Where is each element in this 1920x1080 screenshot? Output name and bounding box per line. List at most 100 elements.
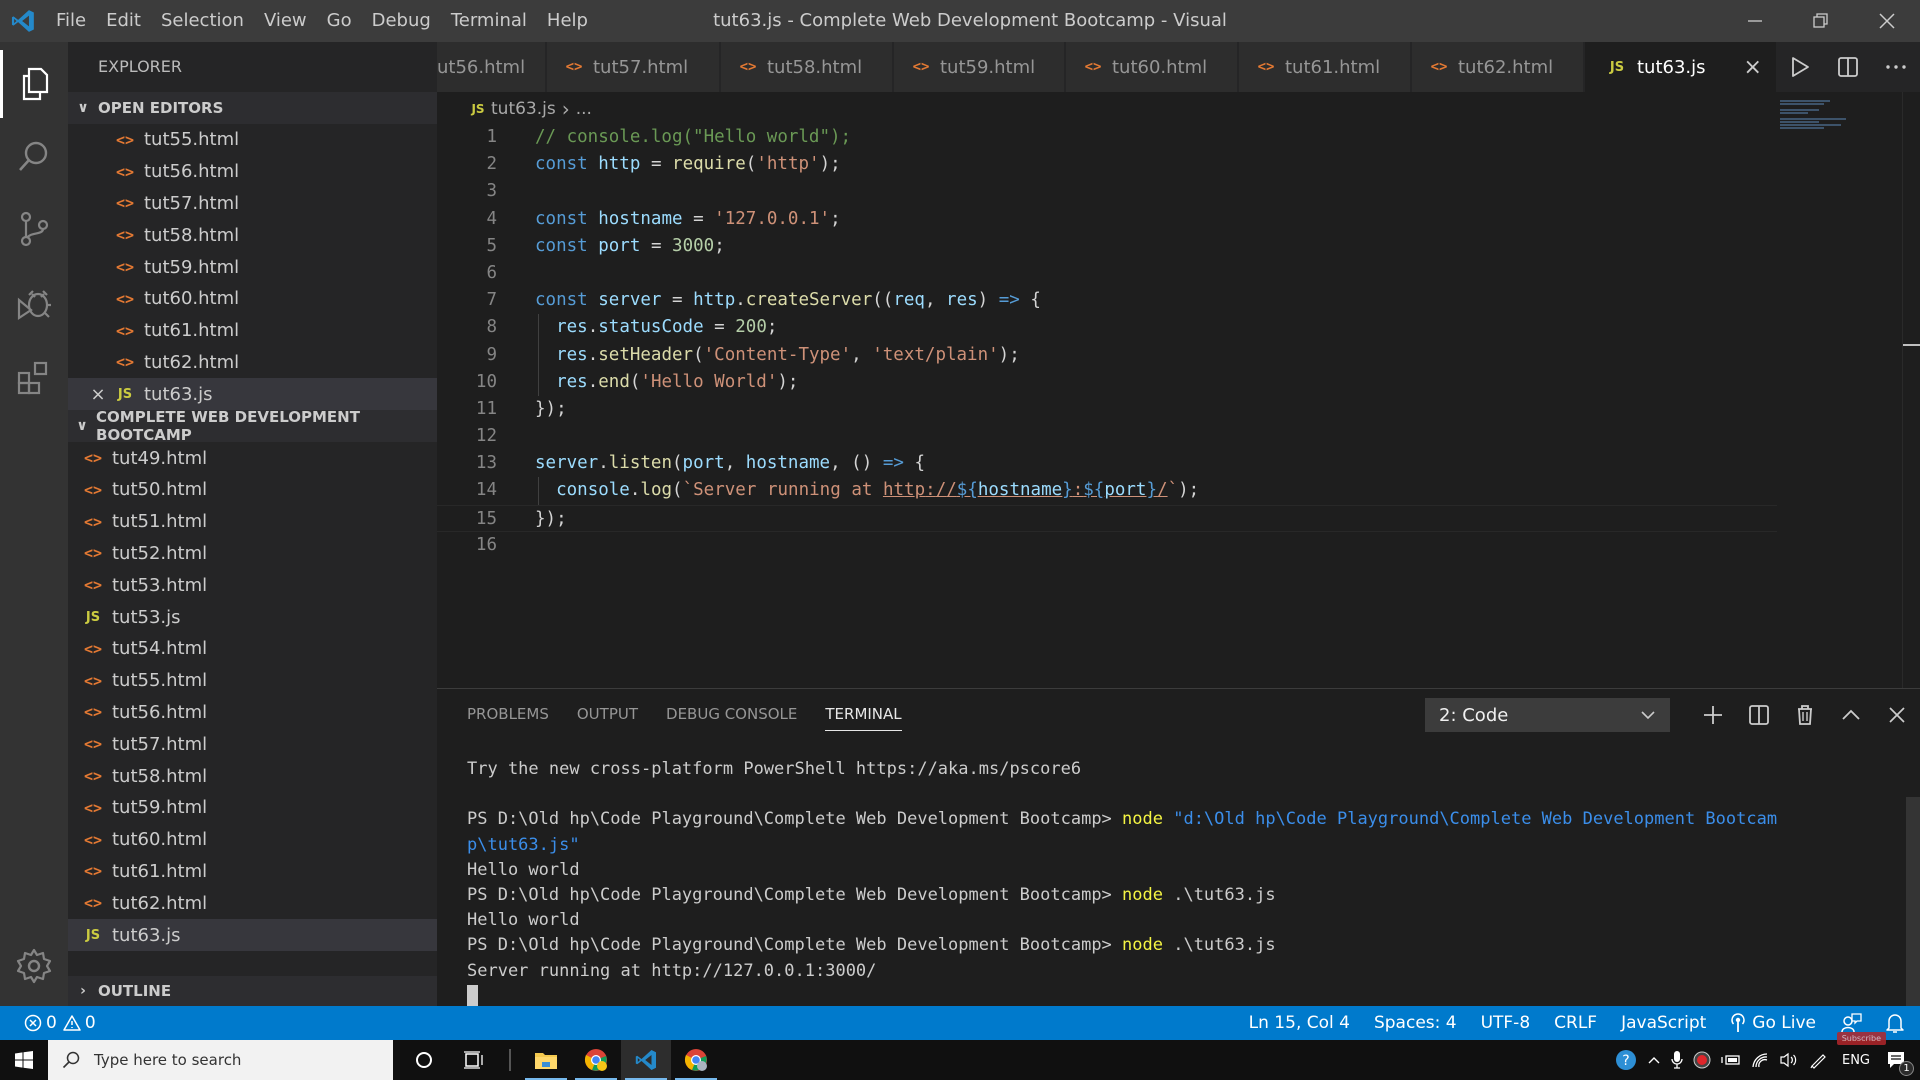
close-editor-icon[interactable]: × <box>88 384 108 405</box>
open-editor-item[interactable]: <> tut59.html <box>68 251 437 283</box>
menu-go[interactable]: Go <box>317 0 362 42</box>
open-editor-item[interactable]: <> tut55.html <box>68 124 437 156</box>
code-line[interactable]: 13 server.listen(port, hostname, () => { <box>437 450 1777 477</box>
code-line[interactable]: 10 res.end('Hello World'); <box>437 368 1777 396</box>
start-button[interactable] <box>0 1040 48 1080</box>
breadcrumb-symbols[interactable]: ... <box>576 99 592 119</box>
close-tab-icon[interactable]: × <box>1744 55 1762 80</box>
workspace-file-item[interactable]: <> tut51.html <box>68 506 437 538</box>
open-editor-item[interactable]: <> tut60.html <box>68 283 437 315</box>
editor-tab[interactable]: <> tut59.html <box>894 42 1065 92</box>
help-tray-icon[interactable]: ? <box>1610 1049 1642 1071</box>
split-editor-button[interactable] <box>1824 42 1872 92</box>
split-terminal-button[interactable] <box>1736 697 1782 733</box>
input-language[interactable]: ENG <box>1832 1053 1880 1068</box>
subscribe-overlay[interactable]: Subscribe <box>1836 1032 1886 1045</box>
go-live-button[interactable]: Go Live <box>1718 1013 1828 1033</box>
indentation[interactable]: Spaces: 4 <box>1362 1013 1469 1033</box>
panel-tab-debug-console[interactable]: DEBUG CONSOLE <box>666 689 797 739</box>
cursor-position[interactable]: Ln 15, Col 4 <box>1237 1013 1362 1033</box>
menu-file[interactable]: File <box>46 0 96 42</box>
volume-icon[interactable] <box>1774 1052 1804 1068</box>
code-line[interactable]: 9 res.setHeader('Content-Type', 'text/pl… <box>437 341 1777 369</box>
end-of-line[interactable]: CRLF <box>1542 1013 1609 1033</box>
workspace-folder-header[interactable]: ∨ COMPLETE WEB DEVELOPMENT BOOTCAMP <box>68 408 437 444</box>
open-editor-item[interactable]: <> tut57.html <box>68 188 437 220</box>
activity-search[interactable] <box>0 122 68 190</box>
more-actions-button[interactable] <box>1872 42 1920 92</box>
menu-debug[interactable]: Debug <box>362 0 441 42</box>
workspace-file-item[interactable]: <> tut62.html <box>68 887 437 919</box>
close-window-button[interactable] <box>1854 0 1920 42</box>
microphone-icon[interactable] <box>1666 1050 1688 1070</box>
open-editor-item[interactable]: <> tut58.html <box>68 219 437 251</box>
menu-help[interactable]: Help <box>537 0 598 42</box>
workspace-file-item[interactable]: <> tut57.html <box>68 728 437 760</box>
code-line[interactable]: 2 const http = require('http'); <box>437 151 1777 178</box>
open-editor-item[interactable]: × JS tut63.js <box>68 378 437 411</box>
activity-explorer[interactable] <box>0 50 68 118</box>
show-hidden-icons-button[interactable] <box>1642 1055 1666 1065</box>
breadcrumb-file[interactable]: tut63.js <box>491 99 556 119</box>
open-editor-item[interactable]: <> tut56.html <box>68 156 437 188</box>
panel-tab-problems[interactable]: PROBLEMS <box>467 689 549 739</box>
workspace-file-item[interactable]: <> tut52.html <box>68 538 437 570</box>
panel-tab-output[interactable]: OUTPUT <box>577 689 638 739</box>
taskbar-chrome-1[interactable] <box>571 1040 621 1080</box>
taskbar-chrome-2[interactable] <box>671 1040 721 1080</box>
outline-header[interactable]: › OUTLINE <box>68 976 437 1006</box>
encoding[interactable]: UTF-8 <box>1469 1013 1543 1033</box>
activity-manage[interactable] <box>0 932 68 1000</box>
editor-tab[interactable]: <> tut60.html <box>1066 42 1238 92</box>
code-line[interactable]: 11}); <box>437 396 1777 423</box>
new-terminal-button[interactable] <box>1690 697 1736 733</box>
taskbar-vscode[interactable] <box>621 1040 671 1080</box>
workspace-file-item[interactable]: <> tut54.html <box>68 633 437 665</box>
workspace-file-item[interactable]: <> tut60.html <box>68 824 437 856</box>
workspace-file-item[interactable]: <> tut50.html <box>68 474 437 506</box>
terminal-output[interactable]: Try the new cross-platform PowerShell ht… <box>467 757 1880 1009</box>
code-line[interactable]: 14 console.log(`Server running at http:/… <box>437 477 1777 505</box>
workspace-file-item[interactable]: <> tut61.html <box>68 856 437 888</box>
kill-terminal-button[interactable] <box>1782 697 1828 733</box>
workspace-file-item[interactable]: <> tut56.html <box>68 697 437 729</box>
code-line[interactable]: 3 <box>437 178 1777 205</box>
activity-debug[interactable] <box>0 270 68 338</box>
editor-tab[interactable]: <> tut62.html <box>1412 42 1584 92</box>
minimap[interactable] <box>1780 100 1890 140</box>
run-button[interactable] <box>1776 42 1824 92</box>
code-line[interactable]: 8 res.statusCode = 200; <box>437 314 1777 342</box>
code-line[interactable]: 4 const hostname = '127.0.0.1'; <box>437 206 1777 233</box>
code-line[interactable]: 16 <box>437 532 1777 559</box>
editor-tab[interactable]: JS tut63.js × <box>1585 42 1783 92</box>
maximize-panel-button[interactable] <box>1828 697 1874 733</box>
battery-icon[interactable] <box>1716 1053 1746 1067</box>
feedback-button[interactable] <box>1828 1012 1874 1034</box>
code-line[interactable]: 1 // console.log("Hello world"); <box>437 124 1777 151</box>
taskbar-search-input[interactable]: Type here to search <box>48 1040 393 1080</box>
taskbar-file-explorer[interactable] <box>521 1040 571 1080</box>
cortana-button[interactable] <box>399 1040 449 1080</box>
open-editor-item[interactable]: <> tut62.html <box>68 347 437 379</box>
close-panel-button[interactable] <box>1874 697 1920 733</box>
activity-extensions[interactable] <box>0 344 68 412</box>
editor-tab[interactable]: <> tut58.html <box>721 42 893 92</box>
workspace-file-item[interactable]: <> tut53.html <box>68 569 437 601</box>
minimize-button[interactable] <box>1722 0 1788 42</box>
workspace-file-item[interactable]: <> tut55.html <box>68 665 437 697</box>
code-line[interactable]: 7 const server = http.createServer((req, … <box>437 287 1777 314</box>
menu-edit[interactable]: Edit <box>96 0 151 42</box>
task-view-button[interactable] <box>449 1040 499 1080</box>
menu-view[interactable]: View <box>254 0 317 42</box>
terminal-scrollbar[interactable] <box>1906 797 1920 1007</box>
workspace-file-item[interactable]: JS tut63.js <box>68 919 437 951</box>
editor-tab[interactable]: ut56.html <box>437 42 546 92</box>
code-line[interactable]: 6 <box>437 260 1777 287</box>
editor-tab[interactable]: <> tut61.html <box>1239 42 1411 92</box>
menu-selection[interactable]: Selection <box>151 0 254 42</box>
terminal-select-dropdown[interactable]: 2: Code <box>1425 698 1670 732</box>
record-icon[interactable] <box>1688 1051 1716 1069</box>
code-area[interactable]: 1 // console.log("Hello world"); 2 const ht… <box>437 124 1777 559</box>
open-editors-header[interactable]: ∨ OPEN EDITORS <box>68 92 437 124</box>
language-mode[interactable]: JavaScript <box>1609 1013 1718 1033</box>
